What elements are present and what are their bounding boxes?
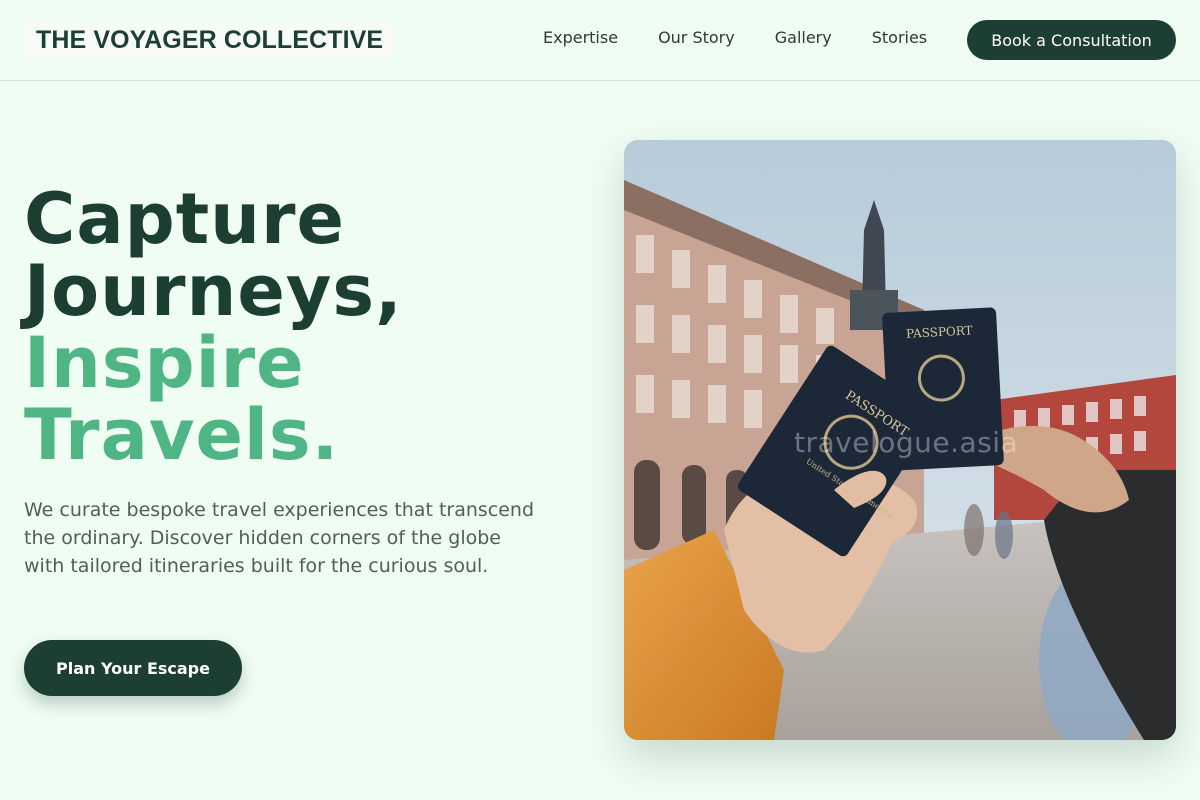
hero-description: We curate bespoke travel experiences tha… [24,499,535,577]
site-header: THE VOYAGER COLLECTIVE Expertise Our Sto… [0,0,1200,81]
headline-line-journeys: Journeys, [24,250,403,332]
brand-logo[interactable]: THE VOYAGER COLLECTIVE [24,21,396,59]
nav-link-our-story[interactable]: Our Story [658,28,735,48]
hero-image: PASSPORT PASSPORT United States of Ameri… [624,140,1176,740]
hero-headline: Capture Journeys, Inspire Travels. [24,183,403,471]
headline-line-travels: Travels. [24,394,340,476]
main-nav: Expertise Our Story Gallery Stories [543,28,967,48]
book-consultation-button[interactable]: Book a Consultation [967,20,1176,60]
nav-link-expertise[interactable]: Expertise [543,28,618,48]
image-watermark: travelogue.asia [794,426,1019,459]
nav-link-gallery[interactable]: Gallery [775,28,832,48]
nav-link-stories[interactable]: Stories [872,28,927,48]
headline-line-capture: Capture [24,178,346,260]
headline-line-inspire: Inspire [24,322,305,404]
plan-your-escape-button[interactable]: Plan Your Escape [24,640,242,696]
